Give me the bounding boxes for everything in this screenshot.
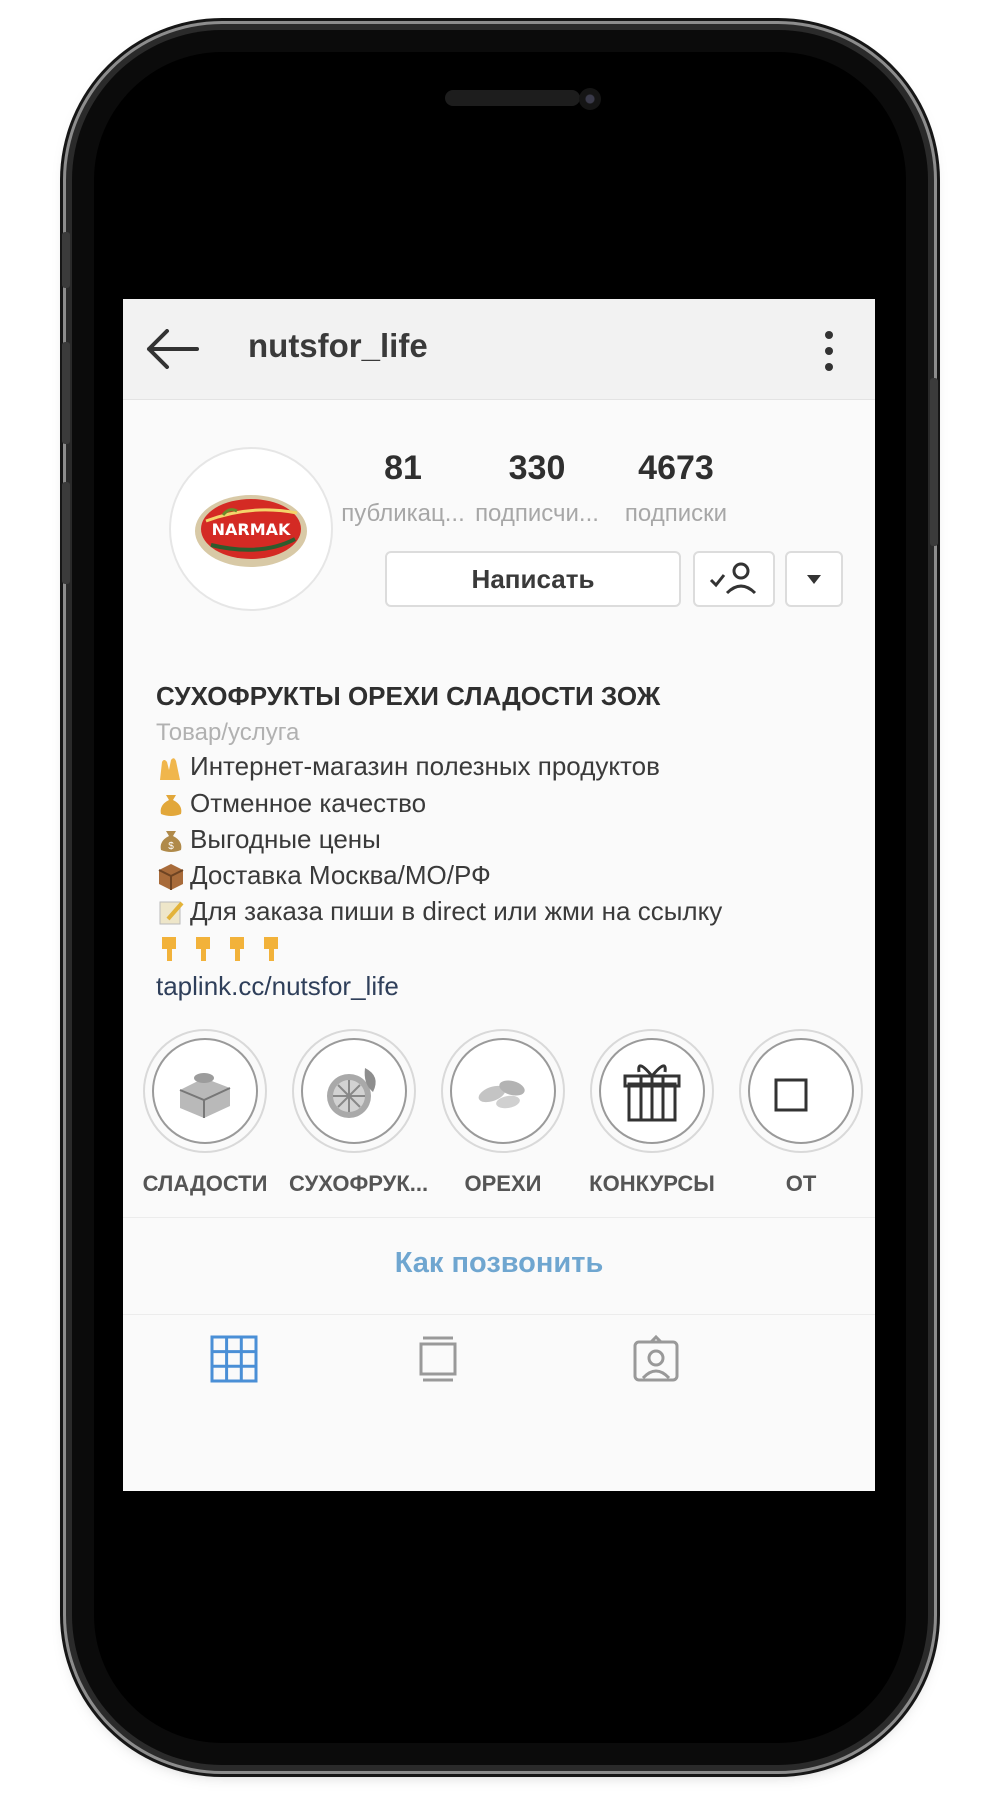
bio-line: Отменное качество bbox=[156, 788, 426, 819]
pointing-down-icon bbox=[162, 937, 176, 961]
top-bar: nutsfor_life bbox=[123, 299, 875, 400]
highlight-nuts[interactable]: ОРЕХИ bbox=[438, 1029, 568, 1197]
avatar-logo-text: NARMAK bbox=[212, 520, 291, 539]
followers-count-label: подписчи... bbox=[475, 500, 599, 527]
bio-link[interactable]: taplink.cc/nutsfor_life bbox=[156, 971, 399, 1002]
bio-display-name: СУХОФРУКТЫ ОРЕХИ СЛАДОСТИ ЗОЖ bbox=[156, 681, 661, 711]
bio-line: Интернет-магазин полезных продуктов bbox=[156, 751, 660, 782]
highlight-ring bbox=[590, 1029, 714, 1153]
highlight-sweets[interactable]: СЛАДОСТИ bbox=[140, 1029, 270, 1197]
divider bbox=[123, 1217, 875, 1218]
highlight-label: СЛАДОСТИ bbox=[142, 1171, 268, 1196]
following-count-value: 4673 bbox=[638, 449, 714, 487]
mute-switch bbox=[62, 232, 70, 288]
suggestions-dropdown-button[interactable] bbox=[785, 551, 843, 607]
instagram-profile-screen: nutsfor_life NARMAK 81 публикац... 330 п… bbox=[123, 299, 875, 1491]
bio-line: Для заказа пиши в direct или жми на ссыл… bbox=[156, 896, 722, 927]
box-icon bbox=[774, 1078, 808, 1112]
pointing-down-emojis bbox=[156, 933, 288, 963]
pointing-down-icon bbox=[264, 937, 278, 961]
package-icon bbox=[156, 861, 186, 891]
baklava-icon bbox=[179, 1073, 231, 1118]
highlight-label: СУХОФРУК... bbox=[289, 1171, 429, 1196]
following-status-button[interactable] bbox=[693, 551, 775, 607]
highlight-ring bbox=[739, 1029, 863, 1153]
narmak-logo-icon: NARMAK bbox=[195, 495, 307, 567]
memo-icon bbox=[156, 897, 186, 927]
following-count-label: подписки bbox=[624, 500, 728, 527]
nuts-icon bbox=[478, 1080, 525, 1109]
highlight-ring bbox=[441, 1029, 565, 1153]
bio-line-text: Доставка Москва/МО/РФ bbox=[190, 860, 491, 890]
dried-fruit-icon bbox=[327, 1068, 376, 1118]
highlight-cover bbox=[748, 1038, 854, 1144]
pointing-down-icon bbox=[196, 937, 210, 961]
money-bag-icon bbox=[156, 789, 186, 819]
highlight-cover bbox=[450, 1038, 556, 1144]
highlight-cover bbox=[301, 1038, 407, 1144]
highlight-label: ОТ bbox=[785, 1171, 817, 1196]
chevron-down-icon bbox=[807, 575, 821, 584]
following-count[interactable]: 4673 подписки bbox=[606, 449, 746, 528]
gift-icon bbox=[623, 1064, 681, 1122]
front-camera bbox=[579, 88, 601, 110]
followers-count[interactable]: 330 подписчи... bbox=[467, 449, 607, 528]
bio-line-text: Интернет-магазин полезных продуктов bbox=[190, 751, 660, 781]
volume-up-button bbox=[62, 342, 70, 444]
following-check-user-icon bbox=[709, 562, 757, 595]
highlight-ring bbox=[143, 1029, 267, 1153]
bio-line: Доставка Москва/МО/РФ bbox=[156, 860, 491, 891]
earpiece-speaker bbox=[445, 90, 580, 106]
bio-category: Товар/услуга bbox=[156, 719, 300, 746]
feed-icon[interactable] bbox=[413, 1334, 463, 1384]
bio-line: $ Выгодные цены bbox=[156, 824, 381, 855]
power-button bbox=[930, 378, 938, 546]
divider bbox=[123, 1314, 875, 1315]
highlight-dried-fruits[interactable]: СУХОФРУК... bbox=[289, 1029, 429, 1197]
pointing-down-icon bbox=[230, 937, 244, 961]
posts-count[interactable]: 81 публикац... bbox=[333, 449, 473, 528]
followers-count-value: 330 bbox=[508, 449, 566, 487]
grid-icon[interactable] bbox=[209, 1334, 259, 1384]
svg-text:$: $ bbox=[168, 841, 174, 852]
highlight-label: ОРЕХИ bbox=[464, 1171, 542, 1196]
message-button[interactable]: Написать bbox=[385, 551, 681, 607]
bio-line-text: Отменное качество bbox=[190, 788, 427, 818]
volume-down-button bbox=[62, 482, 70, 584]
raised-hands-icon bbox=[156, 752, 186, 782]
highlight-label: КОНКУРСЫ bbox=[589, 1171, 715, 1196]
more-options-icon[interactable] bbox=[823, 329, 835, 373]
bio-line-text: Выгодные цены bbox=[190, 824, 381, 854]
bio-line-text: Для заказа пиши в direct или жми на ссыл… bbox=[190, 896, 723, 926]
profile-username: nutsfor_life bbox=[248, 327, 428, 364]
back-arrow-icon[interactable] bbox=[145, 329, 201, 369]
highlight-cover bbox=[152, 1038, 258, 1144]
highlight-partial[interactable]: ОТ bbox=[736, 1029, 866, 1197]
highlight-ring bbox=[292, 1029, 416, 1153]
money-bag-icon: $ bbox=[156, 825, 186, 855]
profile-avatar[interactable]: NARMAK bbox=[169, 447, 333, 611]
highlight-cover bbox=[599, 1038, 705, 1144]
highlight-contests[interactable]: КОНКУРСЫ bbox=[587, 1029, 717, 1197]
call-button[interactable]: Как позвонить bbox=[123, 1247, 875, 1280]
posts-count-label: публикац... bbox=[341, 500, 465, 527]
tagged-icon[interactable] bbox=[631, 1334, 681, 1384]
posts-count-value: 81 bbox=[384, 449, 422, 487]
